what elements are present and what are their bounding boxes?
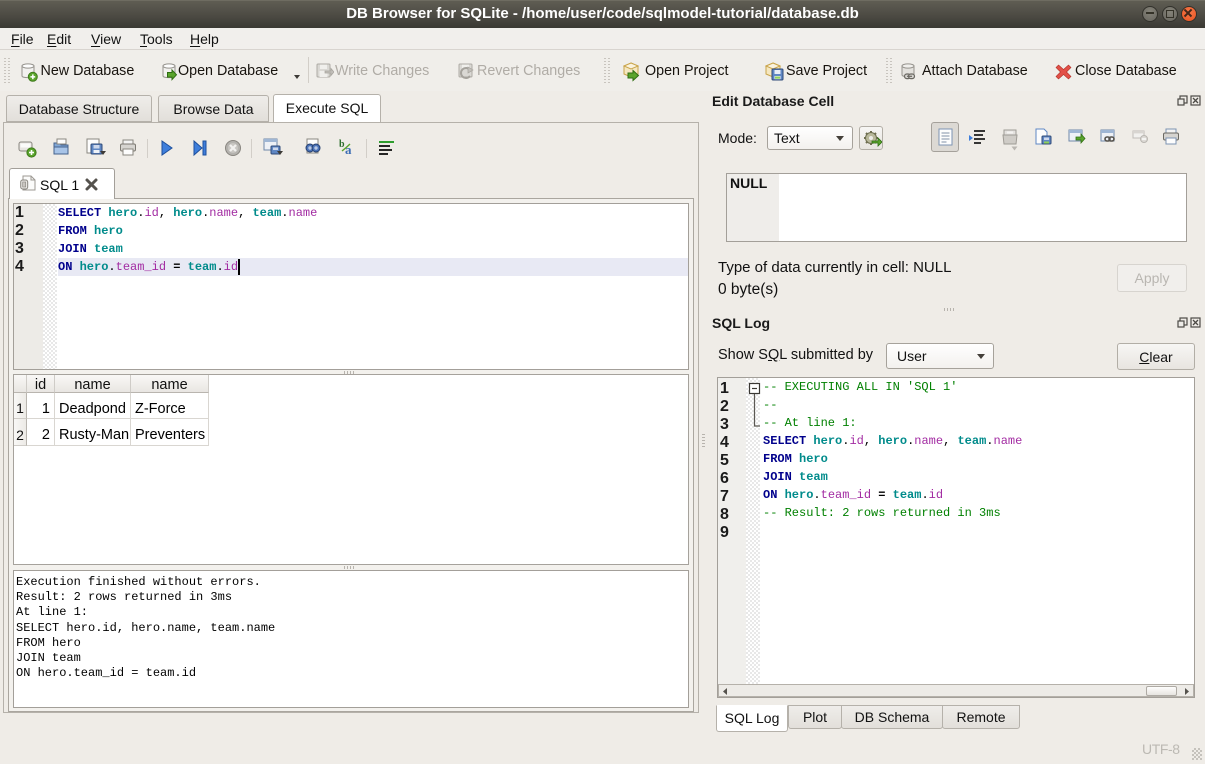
svg-text:a: a bbox=[345, 142, 352, 156]
